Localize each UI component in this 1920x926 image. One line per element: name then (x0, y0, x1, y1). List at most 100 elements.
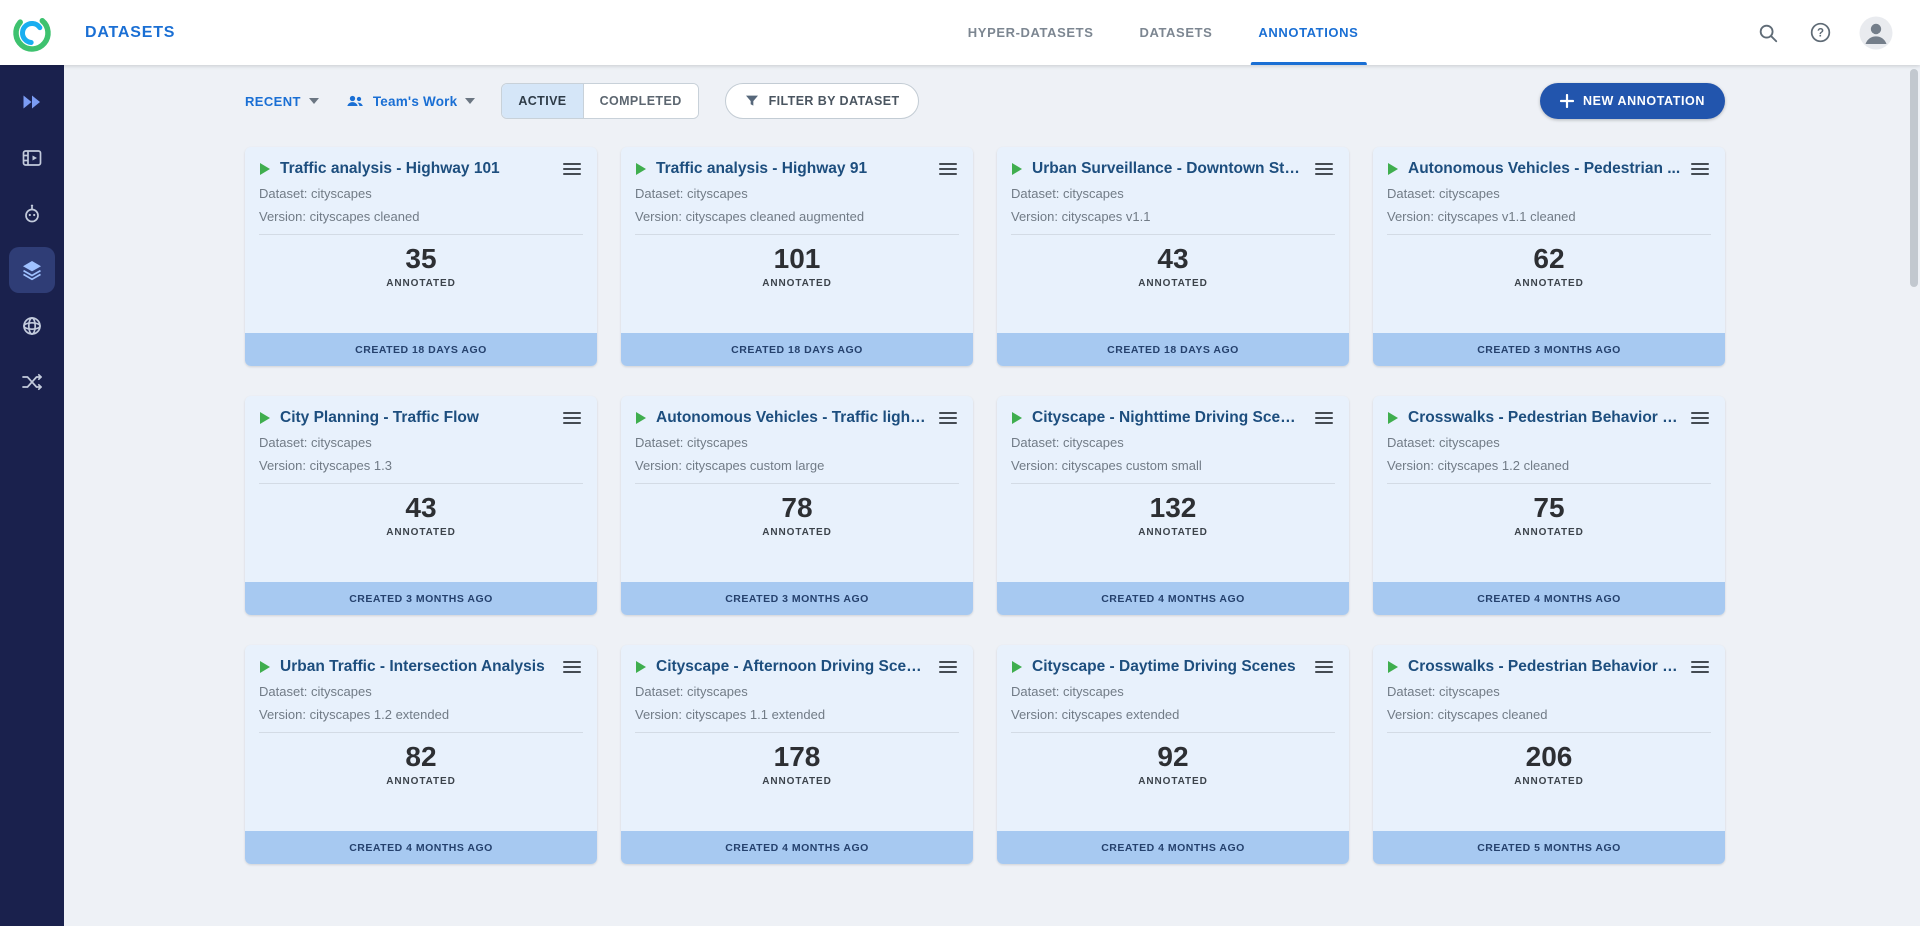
card-title: Cityscape - Daytime Driving Scenes (1032, 658, 1305, 676)
sidebar-item-models[interactable] (9, 303, 55, 349)
sidebar-item-pipelines[interactable] (9, 359, 55, 405)
card-menu-button[interactable] (1689, 160, 1711, 178)
card-menu-button[interactable] (1313, 658, 1335, 676)
card-menu-button[interactable] (1313, 409, 1335, 427)
card-dataset: Dataset: cityscapes (259, 684, 583, 699)
sort-dropdown[interactable]: RECENT (245, 94, 319, 109)
card-divider (1011, 483, 1335, 484)
card-divider (1387, 234, 1711, 235)
annotation-card[interactable]: Autonomous Vehicles - Pedestrian ... Dat… (1373, 147, 1725, 366)
card-body: Traffic analysis - Highway 101 Dataset: … (245, 147, 597, 333)
card-dataset: Dataset: cityscapes (635, 684, 959, 699)
annotated-count: 92 (1011, 742, 1335, 773)
user-avatar[interactable] (1858, 15, 1894, 51)
card-header: Urban Surveillance - Downtown Stre... (1011, 160, 1335, 178)
sidebar-item-start[interactable] (9, 79, 55, 125)
card-header: Crosswalks - Pedestrian Behavior P... (1387, 658, 1711, 676)
card-created-footer: CREATED 3 MONTHS AGO (245, 582, 597, 615)
card-menu-button[interactable] (937, 160, 959, 178)
tab-hyper-datasets[interactable]: HYPER-DATASETS (968, 0, 1094, 65)
card-body: City Planning - Traffic Flow Dataset: ci… (245, 396, 597, 582)
annotated-count: 75 (1387, 493, 1711, 524)
annotated-label: ANNOTATED (1387, 278, 1711, 289)
annotation-card[interactable]: Autonomous Vehicles - Traffic light ... … (621, 396, 973, 615)
tab-datasets[interactable]: DATASETS (1139, 0, 1212, 65)
card-version: Version: cityscapes custom small (1011, 458, 1335, 473)
chevron-down-icon (465, 98, 475, 104)
card-dataset: Dataset: cityscapes (259, 435, 583, 450)
status-toggle: ACTIVE COMPLETED (501, 83, 698, 119)
new-annotation-label: NEW ANNOTATION (1583, 94, 1705, 108)
annotated-count: 82 (259, 742, 583, 773)
card-menu-button[interactable] (937, 409, 959, 427)
toggle-active[interactable]: ACTIVE (502, 84, 582, 118)
hamburger-menu-icon (939, 411, 957, 425)
annotation-card[interactable]: Cityscape - Afternoon Driving Scenes Dat… (621, 645, 973, 864)
card-dataset: Dataset: cityscapes (635, 435, 959, 450)
sidebar-item-tasks[interactable] (9, 247, 55, 293)
annotated-label: ANNOTATED (1011, 776, 1335, 787)
scrollbar-thumb[interactable] (1910, 69, 1918, 287)
tab-annotations[interactable]: ANNOTATIONS (1258, 0, 1358, 65)
new-annotation-button[interactable]: NEW ANNOTATION (1540, 83, 1725, 119)
card-created-footer: CREATED 18 DAYS AGO (245, 333, 597, 366)
card-title: Urban Surveillance - Downtown Stre... (1032, 160, 1305, 178)
search-button[interactable] (1754, 19, 1782, 47)
card-version: Version: cityscapes 1.2 cleaned (1387, 458, 1711, 473)
user-avatar-icon (1858, 15, 1894, 51)
card-created-footer: CREATED 18 DAYS AGO (621, 333, 973, 366)
team-icon (345, 91, 365, 111)
card-dataset: Dataset: cityscapes (1387, 186, 1711, 201)
card-header: Cityscape - Afternoon Driving Scenes (635, 658, 959, 676)
annotation-card[interactable]: Crosswalks - Pedestrian Behavior P... Da… (1373, 396, 1725, 615)
help-button[interactable]: ? (1806, 19, 1834, 47)
annotated-label: ANNOTATED (1011, 278, 1335, 289)
annotation-card[interactable]: Urban Traffic - Intersection Analysis Da… (245, 645, 597, 864)
annotation-card[interactable]: Urban Surveillance - Downtown Stre... Da… (997, 147, 1349, 366)
card-menu-button[interactable] (937, 658, 959, 676)
hamburger-menu-icon (1315, 660, 1333, 674)
card-body: Cityscape - Afternoon Driving Scenes Dat… (621, 645, 973, 831)
card-menu-button[interactable] (561, 658, 583, 676)
annotation-card[interactable]: Cityscape - Daytime Driving Scenes Datas… (997, 645, 1349, 864)
scrollbar-track[interactable] (1910, 67, 1918, 922)
card-divider (635, 483, 959, 484)
card-title: Crosswalks - Pedestrian Behavior P... (1408, 409, 1681, 427)
hamburger-menu-icon (1691, 162, 1709, 176)
card-dataset: Dataset: cityscapes (1011, 435, 1335, 450)
annotated-label: ANNOTATED (1387, 776, 1711, 787)
card-version: Version: cityscapes custom large (635, 458, 959, 473)
annotation-card[interactable]: Crosswalks - Pedestrian Behavior P... Da… (1373, 645, 1725, 864)
card-dataset: Dataset: cityscapes (259, 186, 583, 201)
filter-by-dataset-button[interactable]: FILTER BY DATASET (725, 83, 919, 119)
app-logo[interactable] (9, 10, 55, 56)
card-dataset: Dataset: cityscapes (1387, 435, 1711, 450)
annotated-label: ANNOTATED (259, 278, 583, 289)
card-menu-button[interactable] (1313, 160, 1335, 178)
card-menu-button[interactable] (1689, 409, 1711, 427)
sidebar-item-labeling[interactable] (9, 191, 55, 237)
card-title: Urban Traffic - Intersection Analysis (280, 658, 553, 676)
card-dataset: Dataset: cityscapes (1011, 684, 1335, 699)
card-title: Cityscape - Nighttime Driving Scenes (1032, 409, 1305, 427)
card-menu-button[interactable] (561, 409, 583, 427)
sidebar-item-data[interactable] (9, 135, 55, 181)
card-version: Version: cityscapes cleaned augmented (635, 209, 959, 224)
annotation-card[interactable]: City Planning - Traffic Flow Dataset: ci… (245, 396, 597, 615)
card-menu-button[interactable] (1689, 658, 1711, 676)
play-icon (635, 660, 648, 674)
hamburger-menu-icon (1315, 411, 1333, 425)
card-created-footer: CREATED 3 MONTHS AGO (1373, 333, 1725, 366)
toggle-completed[interactable]: COMPLETED (583, 84, 698, 118)
annotation-card[interactable]: Traffic analysis - Highway 101 Dataset: … (245, 147, 597, 366)
annotation-card[interactable]: Traffic analysis - Highway 91 Dataset: c… (621, 147, 973, 366)
card-menu-button[interactable] (561, 160, 583, 178)
svg-text:?: ? (1816, 28, 1823, 40)
card-header: Cityscape - Nighttime Driving Scenes (1011, 409, 1335, 427)
annotation-card[interactable]: Cityscape - Nighttime Driving Scenes Dat… (997, 396, 1349, 615)
card-divider (1387, 732, 1711, 733)
scope-dropdown[interactable]: Team's Work (345, 91, 475, 111)
hamburger-menu-icon (1691, 660, 1709, 674)
card-title: Traffic analysis - Highway 91 (656, 160, 929, 178)
card-version: Version: cityscapes v1.1 (1011, 209, 1335, 224)
